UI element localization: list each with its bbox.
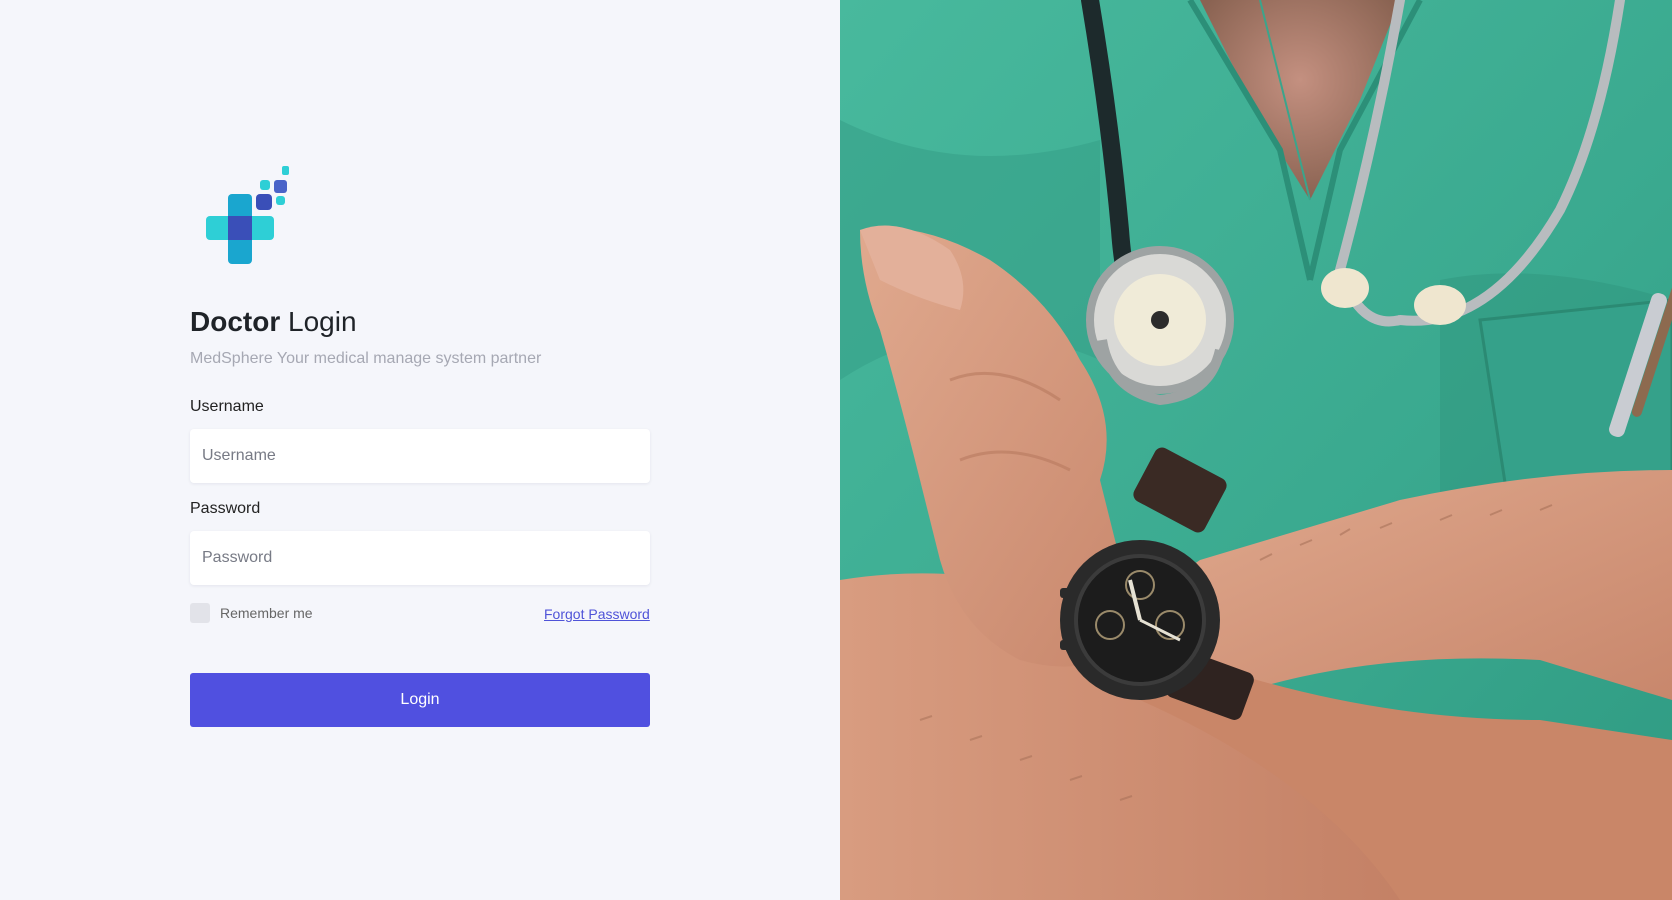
password-input[interactable] bbox=[190, 531, 650, 585]
login-panel: Doctor Login MedSphere Your medical mana… bbox=[0, 0, 840, 900]
remember-me-row: Remember me bbox=[190, 603, 313, 623]
brand-tagline: MedSphere Your medical manage system par… bbox=[190, 350, 542, 367]
medical-cross-logo-icon bbox=[206, 166, 296, 266]
remember-me-checkbox[interactable] bbox=[190, 603, 210, 623]
username-input[interactable] bbox=[190, 429, 650, 483]
page-title-light: Login bbox=[288, 306, 357, 337]
page-title: Doctor Login bbox=[190, 302, 357, 342]
login-page: Doctor Login MedSphere Your medical mana… bbox=[0, 0, 1672, 900]
login-button[interactable]: Login bbox=[190, 673, 650, 727]
page-title-bold: Doctor bbox=[190, 306, 281, 337]
forgot-password-link[interactable]: Forgot Password bbox=[544, 606, 650, 622]
hero-photo bbox=[840, 0, 1672, 900]
remember-me-label: Remember me bbox=[220, 605, 313, 621]
username-label: Username bbox=[190, 398, 264, 415]
password-label: Password bbox=[190, 500, 261, 517]
